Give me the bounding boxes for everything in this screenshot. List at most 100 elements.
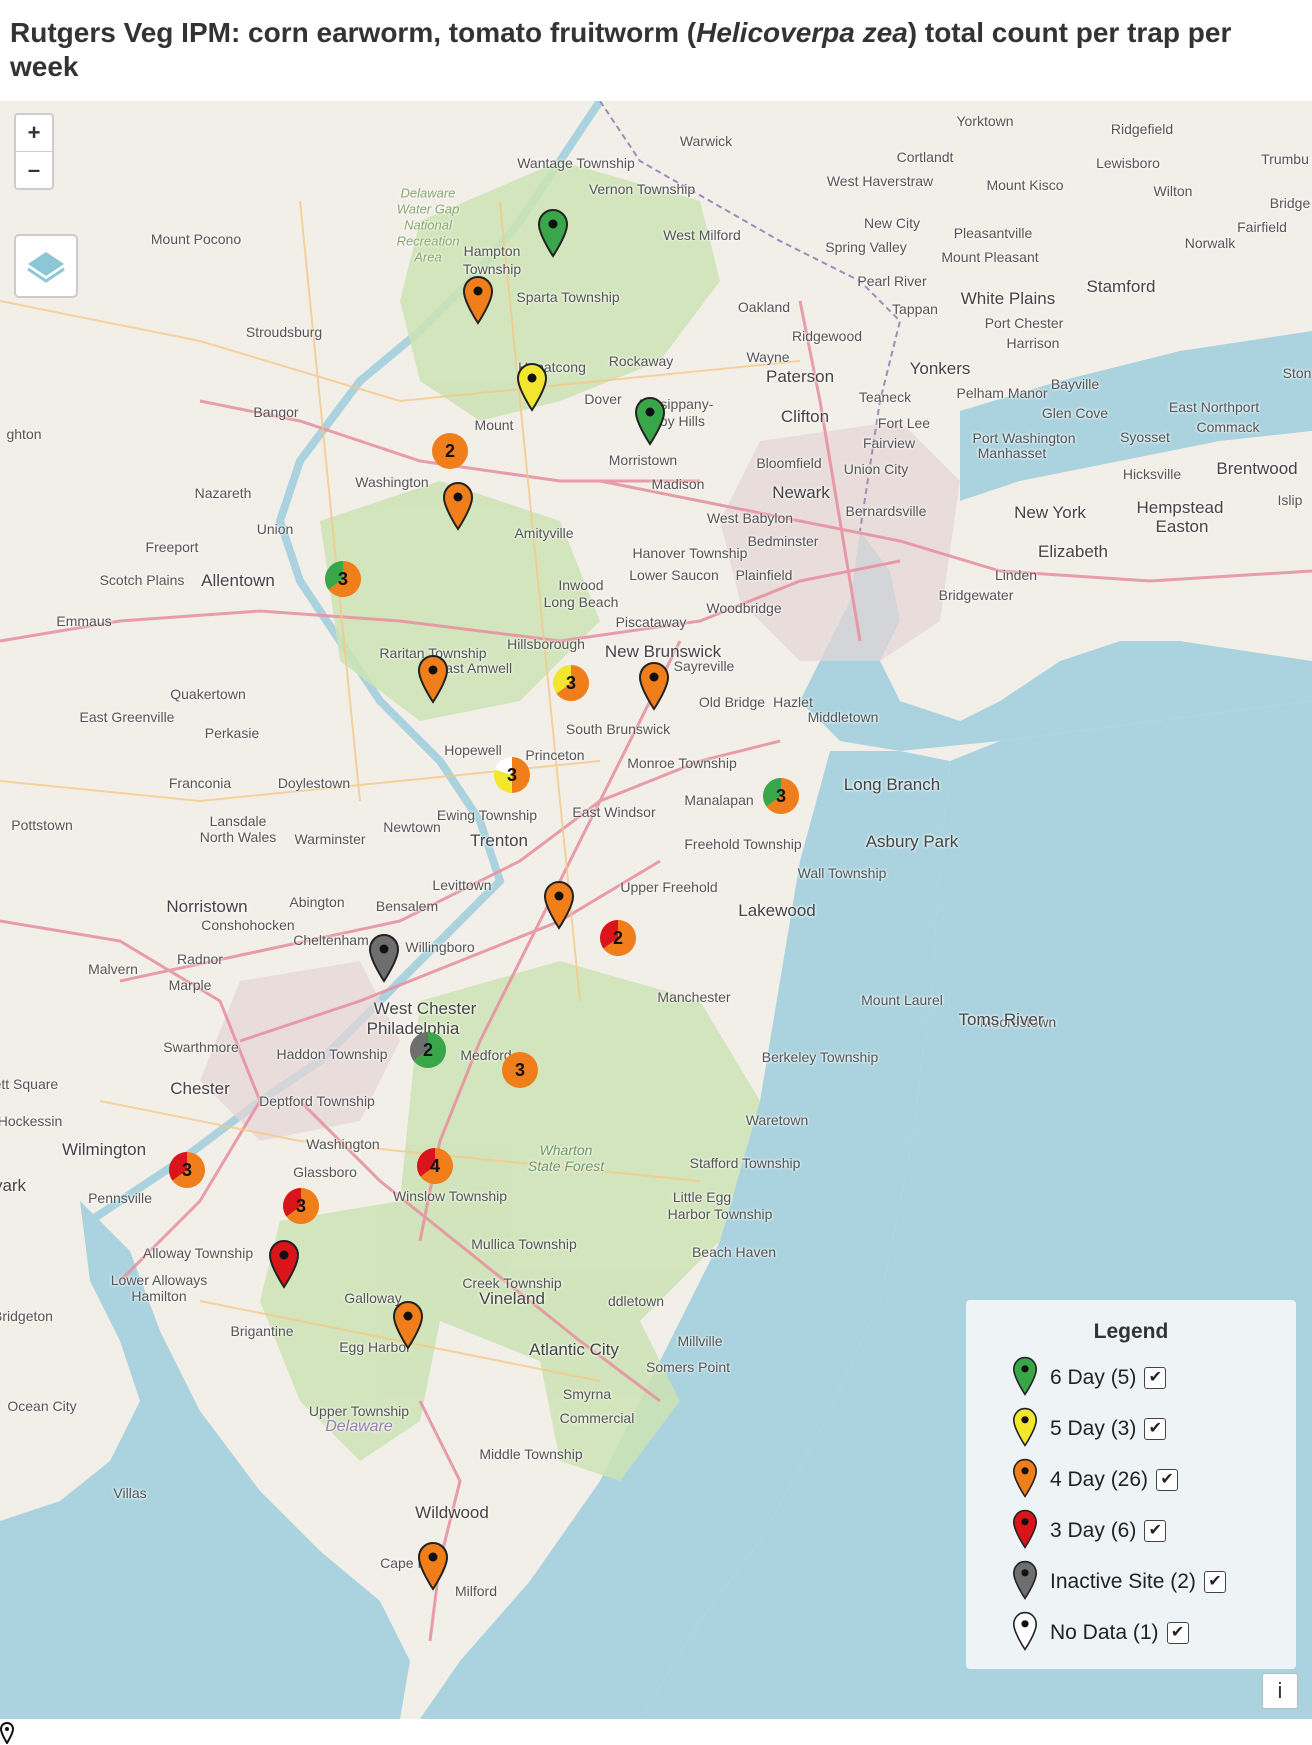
- place-label: Port Washington: [972, 430, 1076, 446]
- place-label: Manhasset: [977, 445, 1047, 461]
- layers-button[interactable]: [14, 234, 78, 298]
- map-pin-orange[interactable]: [417, 654, 449, 704]
- place-label: Wantage Township: [517, 155, 635, 171]
- marker-cluster[interactable]: 3: [494, 757, 530, 793]
- place-label: Upper Township: [308, 1403, 410, 1419]
- map-pin-green[interactable]: [537, 208, 569, 258]
- legend-checkbox[interactable]: ✔: [1144, 1520, 1167, 1542]
- info-button[interactable]: i: [1262, 1673, 1298, 1709]
- title-species: Helicoverpa zea: [696, 17, 908, 48]
- legend-title: Legend: [1093, 1320, 1169, 1343]
- place-label: Freeport: [145, 539, 199, 555]
- marker-cluster[interactable]: 2: [432, 433, 468, 469]
- map-pin-gray[interactable]: [368, 933, 400, 983]
- marker-cluster[interactable]: 3: [283, 1188, 319, 1224]
- title-prefix: Rutgers Veg IPM: corn earworm, tomato fr…: [10, 17, 697, 48]
- place-label: Plainfield: [735, 567, 793, 583]
- place-label: East Windsor: [572, 804, 656, 820]
- place-label: Manchester: [657, 989, 731, 1005]
- place-label: Area: [414, 249, 442, 265]
- zoom-out-button[interactable]: –: [16, 152, 52, 188]
- place-label: Glen Cove: [1041, 405, 1109, 421]
- map-pin-orange[interactable]: [543, 880, 575, 930]
- place-label: Mount Kisco: [986, 177, 1064, 193]
- layers-icon: [27, 252, 65, 283]
- map-pin-green[interactable]: [634, 396, 666, 446]
- place-label: New York: [1014, 503, 1086, 522]
- place-label: Teaneck: [858, 389, 912, 405]
- place-label: Quakertown: [170, 686, 246, 702]
- legend-pin-icon: [1012, 1356, 1038, 1401]
- legend-label: 5 Day (3): [1050, 1417, 1137, 1440]
- map-pin-yellow[interactable]: [516, 362, 548, 412]
- place-label: vark: [0, 1176, 27, 1195]
- place-label: Long Beach: [543, 594, 619, 610]
- place-label: ddletown: [607, 1293, 665, 1309]
- place-label: Princeton: [525, 747, 585, 763]
- place-label: Rockaway: [608, 353, 674, 369]
- place-label: West Babylon: [706, 510, 794, 526]
- marker-cluster[interactable]: 3: [502, 1052, 538, 1088]
- place-label: Mount Laurel: [861, 992, 943, 1008]
- legend-checkbox[interactable]: ✔: [1144, 1418, 1167, 1440]
- legend-label: 6 Day (5): [1050, 1366, 1137, 1389]
- zoom-in-button[interactable]: +: [16, 115, 52, 152]
- marker-cluster[interactable]: 3: [763, 778, 799, 814]
- legend-label: 4 Day (26): [1050, 1468, 1149, 1491]
- place-label: Ston: [1282, 365, 1312, 381]
- legend-checkbox[interactable]: ✔: [1156, 1469, 1179, 1491]
- map-pin-orange[interactable]: [462, 275, 494, 325]
- place-label: Warwick: [679, 133, 733, 149]
- place-label: Franconia: [168, 775, 232, 791]
- place-label: Lansdale: [209, 813, 267, 829]
- marker-cluster[interactable]: 4: [417, 1148, 453, 1184]
- place-label: Brentwood: [1216, 459, 1298, 478]
- place-label: Perkasie: [204, 725, 260, 741]
- marker-cluster[interactable]: 2: [600, 920, 636, 956]
- place-label: Fort Lee: [877, 415, 931, 431]
- map[interactable]: Yorktown Ridgefield Warwick Cortlandt Lewisb…: [0, 101, 1312, 1719]
- place-label: Bayville: [1050, 376, 1100, 392]
- map-pin-orange[interactable]: [392, 1300, 424, 1350]
- place-label: Lower Alloways: [110, 1272, 208, 1288]
- legend-item: 4 Day (26) ✔: [1012, 1458, 1179, 1503]
- marker-cluster[interactable]: 2: [410, 1032, 446, 1068]
- place-label: Commercial: [559, 1410, 635, 1426]
- place-label: Toms River: [958, 1010, 1044, 1029]
- legend-checkbox[interactable]: ✔: [1203, 1571, 1226, 1593]
- place-label: Recreation: [396, 233, 460, 249]
- legend-checkbox[interactable]: ✔: [1144, 1367, 1167, 1389]
- map-pin-orange[interactable]: [417, 1541, 449, 1591]
- place-label: Villas: [113, 1485, 147, 1501]
- place-label: Clifton: [780, 407, 830, 426]
- place-label: Harrison: [1006, 335, 1060, 351]
- place-label: Wharton: [539, 1142, 593, 1158]
- place-label: Ridgefield: [1110, 121, 1174, 137]
- page: Rutgers Veg IPM: corn earworm, tomato fr…: [0, 0, 1312, 1745]
- place-label: Easton: [1155, 517, 1209, 536]
- place-label: Cortlandt: [896, 149, 954, 165]
- legend-pin-icon: [1012, 1458, 1038, 1503]
- marker-cluster[interactable]: 3: [169, 1152, 205, 1188]
- place-label: Lower Saucon: [629, 567, 719, 583]
- place-label: Ridgewood: [791, 328, 863, 344]
- place-label: Linden: [994, 567, 1038, 583]
- map-pin-red[interactable]: [268, 1239, 300, 1289]
- map-pin-orange[interactable]: [638, 661, 670, 711]
- marker-cluster[interactable]: 3: [325, 561, 361, 597]
- place-label: Yonkers: [909, 359, 971, 378]
- place-label: Wildwood: [415, 1503, 489, 1522]
- place-label: Water Gap: [396, 201, 460, 217]
- place-label: Sayreville: [673, 658, 735, 674]
- place-label: Syosset: [1120, 429, 1170, 445]
- place-label: White Plains: [960, 289, 1056, 308]
- legend-checkbox[interactable]: ✔: [1166, 1622, 1189, 1644]
- place-label: Somers Point: [645, 1359, 731, 1375]
- legend-item: Inactive Site (2) ✔: [1012, 1560, 1226, 1602]
- place-label: National: [404, 217, 452, 233]
- place-label: Milford: [454, 1583, 498, 1599]
- map-pin-orange[interactable]: [442, 481, 474, 531]
- marker-cluster[interactable]: 3: [553, 665, 589, 701]
- place-label: Hanover Township: [632, 545, 748, 561]
- place-label: New City: [863, 215, 921, 231]
